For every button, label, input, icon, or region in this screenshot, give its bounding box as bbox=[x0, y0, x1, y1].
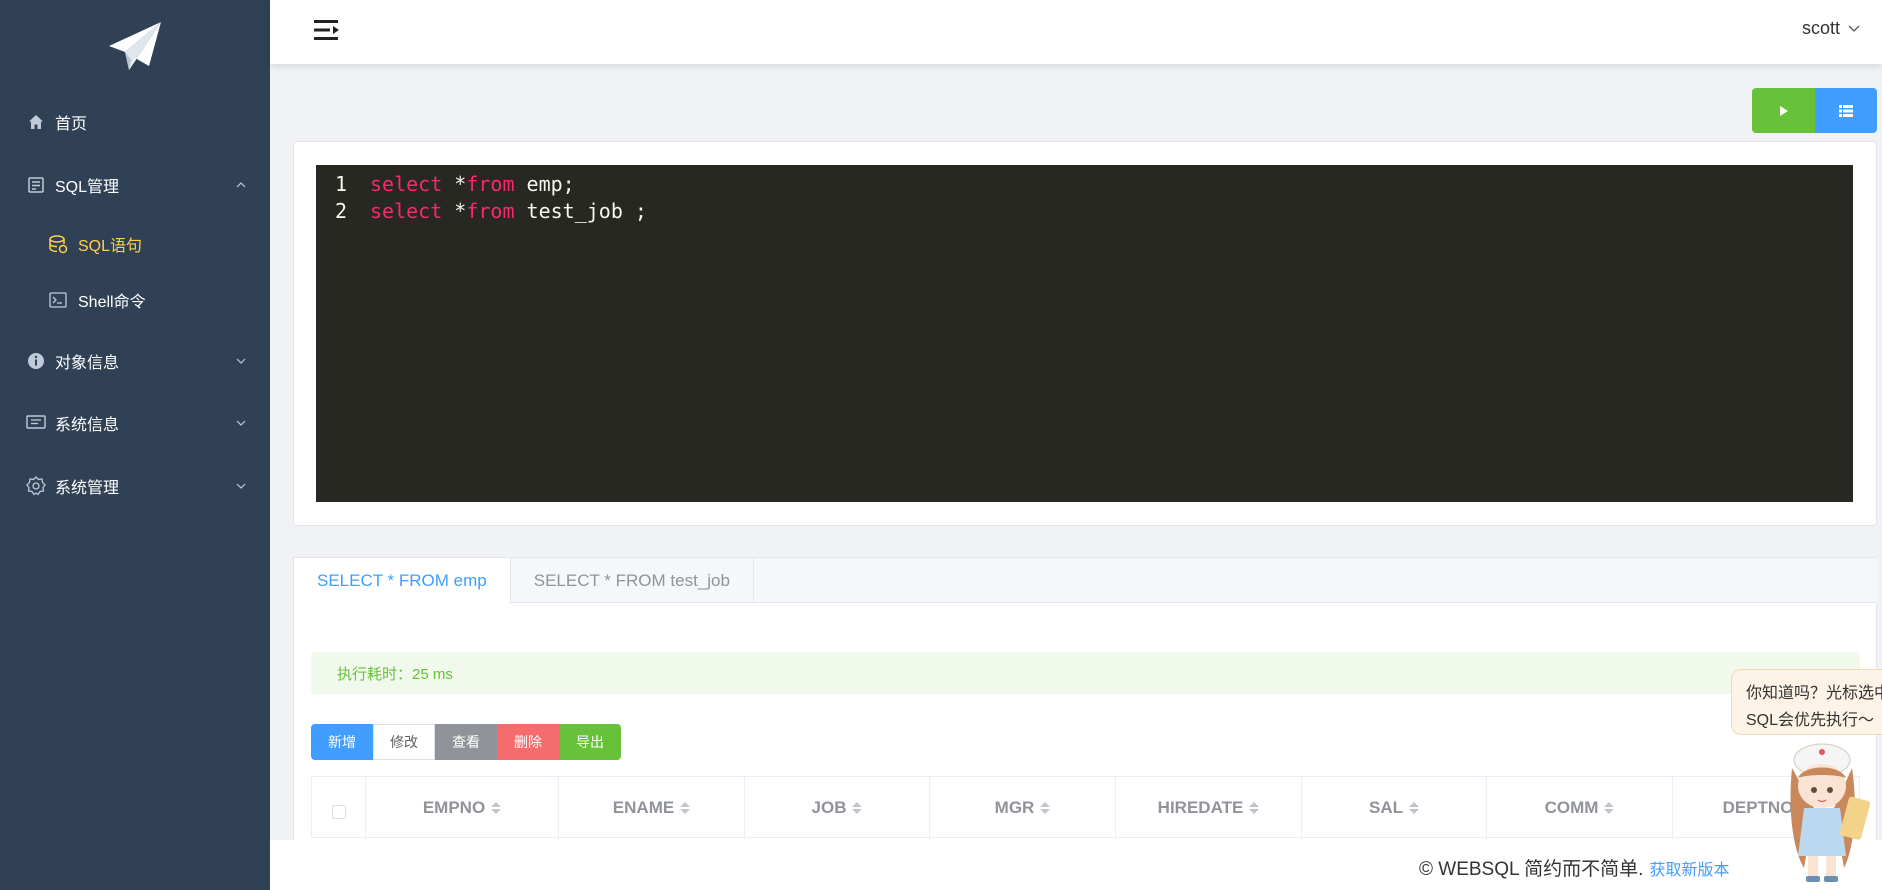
copyright-text: © WEBSQL 简约而不简单. bbox=[1419, 859, 1644, 880]
row-operations: 新增 修改 查看 删除 导出 bbox=[311, 724, 621, 760]
server-icon bbox=[26, 175, 46, 195]
result-table-header: EMPNO ENAME JOB MGR HIREDATE SAL COMM DE… bbox=[311, 776, 1860, 839]
chevron-down-icon bbox=[1848, 25, 1860, 32]
home-icon bbox=[26, 112, 46, 132]
user-dropdown[interactable]: scott bbox=[1802, 18, 1860, 39]
delete-button[interactable]: 删除 bbox=[497, 724, 559, 760]
select-all-cell bbox=[312, 777, 366, 839]
top-header: scott bbox=[270, 0, 1882, 64]
column-header[interactable]: JOB bbox=[745, 777, 930, 839]
sidebar-item-label: 系统信息 bbox=[55, 417, 120, 434]
grid-icon bbox=[1839, 104, 1853, 117]
export-button[interactable]: 导出 bbox=[559, 724, 621, 760]
sidebar-item-object-info[interactable]: 对象信息 bbox=[0, 336, 270, 386]
table-view-button[interactable] bbox=[1815, 88, 1877, 133]
username: scott bbox=[1801, 18, 1840, 38]
tip-line: 你知道吗？光标选中 bbox=[1746, 685, 1882, 702]
chevron-down-icon bbox=[236, 358, 246, 364]
column-header[interactable]: HIREDATE bbox=[1116, 777, 1302, 839]
sidebar-item-sql-management[interactable]: SQL管理 bbox=[0, 160, 270, 210]
sidebar-item-system-info[interactable]: 系统信息 bbox=[0, 398, 270, 448]
run-button[interactable] bbox=[1752, 88, 1815, 133]
sidebar-subitem-label: SQL语句 bbox=[78, 238, 143, 255]
view-button[interactable]: 查看 bbox=[435, 724, 497, 760]
column-header[interactable]: EMPNO bbox=[366, 777, 559, 839]
sidebar-item-home[interactable]: 首页 bbox=[0, 97, 270, 147]
add-button[interactable]: 新增 bbox=[311, 724, 373, 760]
play-icon bbox=[1779, 105, 1788, 116]
sort-icon[interactable] bbox=[1604, 802, 1615, 814]
sidebar: 首页 SQL管理 SQL语句 Shell命令 对象信息 系统信息 系统管理 bbox=[0, 0, 270, 890]
info-icon bbox=[26, 351, 46, 371]
sidebar-subitem-label: Shell命令 bbox=[78, 294, 146, 311]
sql-code-editor[interactable]: 1 select *from emp; 2 select *from test_… bbox=[316, 165, 1853, 502]
sort-icon[interactable] bbox=[1249, 802, 1260, 814]
sidebar-subitem-sql-statement[interactable]: SQL语句 bbox=[0, 219, 270, 269]
sidebar-item-label: 对象信息 bbox=[55, 355, 120, 372]
paper-plane-logo-icon[interactable] bbox=[105, 20, 161, 76]
editor-card: 1 select *from emp; 2 select *from test_… bbox=[293, 141, 1877, 526]
sort-icon[interactable] bbox=[491, 802, 502, 814]
sidebar-item-system-management[interactable]: 系统管理 bbox=[0, 461, 270, 511]
sort-icon[interactable] bbox=[1040, 802, 1051, 814]
sort-icon[interactable] bbox=[852, 802, 863, 814]
mascot-character-icon[interactable] bbox=[1774, 738, 1882, 888]
chevron-down-icon bbox=[236, 483, 246, 489]
edit-button[interactable]: 修改 bbox=[373, 724, 435, 760]
menu-toggle-icon[interactable] bbox=[314, 18, 340, 42]
sort-icon[interactable] bbox=[680, 802, 691, 814]
line-number: 2 bbox=[334, 198, 348, 223]
sidebar-subitem-shell-command[interactable]: Shell命令 bbox=[0, 275, 270, 325]
code-text: select *from test_job ; bbox=[370, 198, 647, 223]
sidebar-item-label: SQL管理 bbox=[55, 179, 120, 196]
monitor-icon bbox=[26, 413, 46, 433]
get-new-version-link[interactable]: 获取新版本 bbox=[1649, 862, 1729, 879]
execution-time-alert: 执行耗时：25 ms bbox=[311, 652, 1860, 694]
chevron-down-icon bbox=[236, 420, 246, 426]
tip-line: SQL会优先执行～ bbox=[1746, 712, 1875, 729]
column-header[interactable]: ENAME bbox=[559, 777, 745, 839]
code-line: 1 select *from emp; bbox=[316, 170, 575, 197]
result-tabs: SELECT * FROM emp SELECT * FROM test_job bbox=[294, 558, 1878, 604]
editor-actions bbox=[1752, 88, 1877, 133]
footer-copyright: © WEBSQL 简约而不简单. 获取新版本 bbox=[1419, 854, 1729, 881]
mascot-tip-bubble: 你知道吗？光标选中 SQL会优先执行～ bbox=[1731, 669, 1882, 735]
code-line: 2 select *from test_job ; bbox=[316, 197, 647, 224]
column-header[interactable]: COMM bbox=[1487, 777, 1673, 839]
terminal-icon bbox=[48, 290, 68, 310]
sort-icon[interactable] bbox=[1409, 802, 1419, 814]
page-footer: © WEBSQL 简约而不简单. 获取新版本 bbox=[270, 840, 1882, 890]
tab-select-emp[interactable]: SELECT * FROM emp bbox=[294, 558, 511, 604]
column-header[interactable]: SAL bbox=[1302, 777, 1487, 839]
chevron-up-icon bbox=[236, 182, 246, 188]
select-all-checkbox[interactable] bbox=[331, 805, 346, 819]
column-header[interactable]: MGR bbox=[930, 777, 1116, 839]
database-icon bbox=[48, 234, 68, 254]
gear-icon bbox=[26, 476, 46, 496]
line-number: 1 bbox=[334, 171, 348, 196]
sidebar-item-label: 首页 bbox=[55, 116, 88, 133]
sidebar-item-label: 系统管理 bbox=[55, 480, 120, 497]
tab-select-test-job[interactable]: SELECT * FROM test_job bbox=[511, 558, 754, 603]
code-text: select *from emp; bbox=[370, 171, 575, 196]
